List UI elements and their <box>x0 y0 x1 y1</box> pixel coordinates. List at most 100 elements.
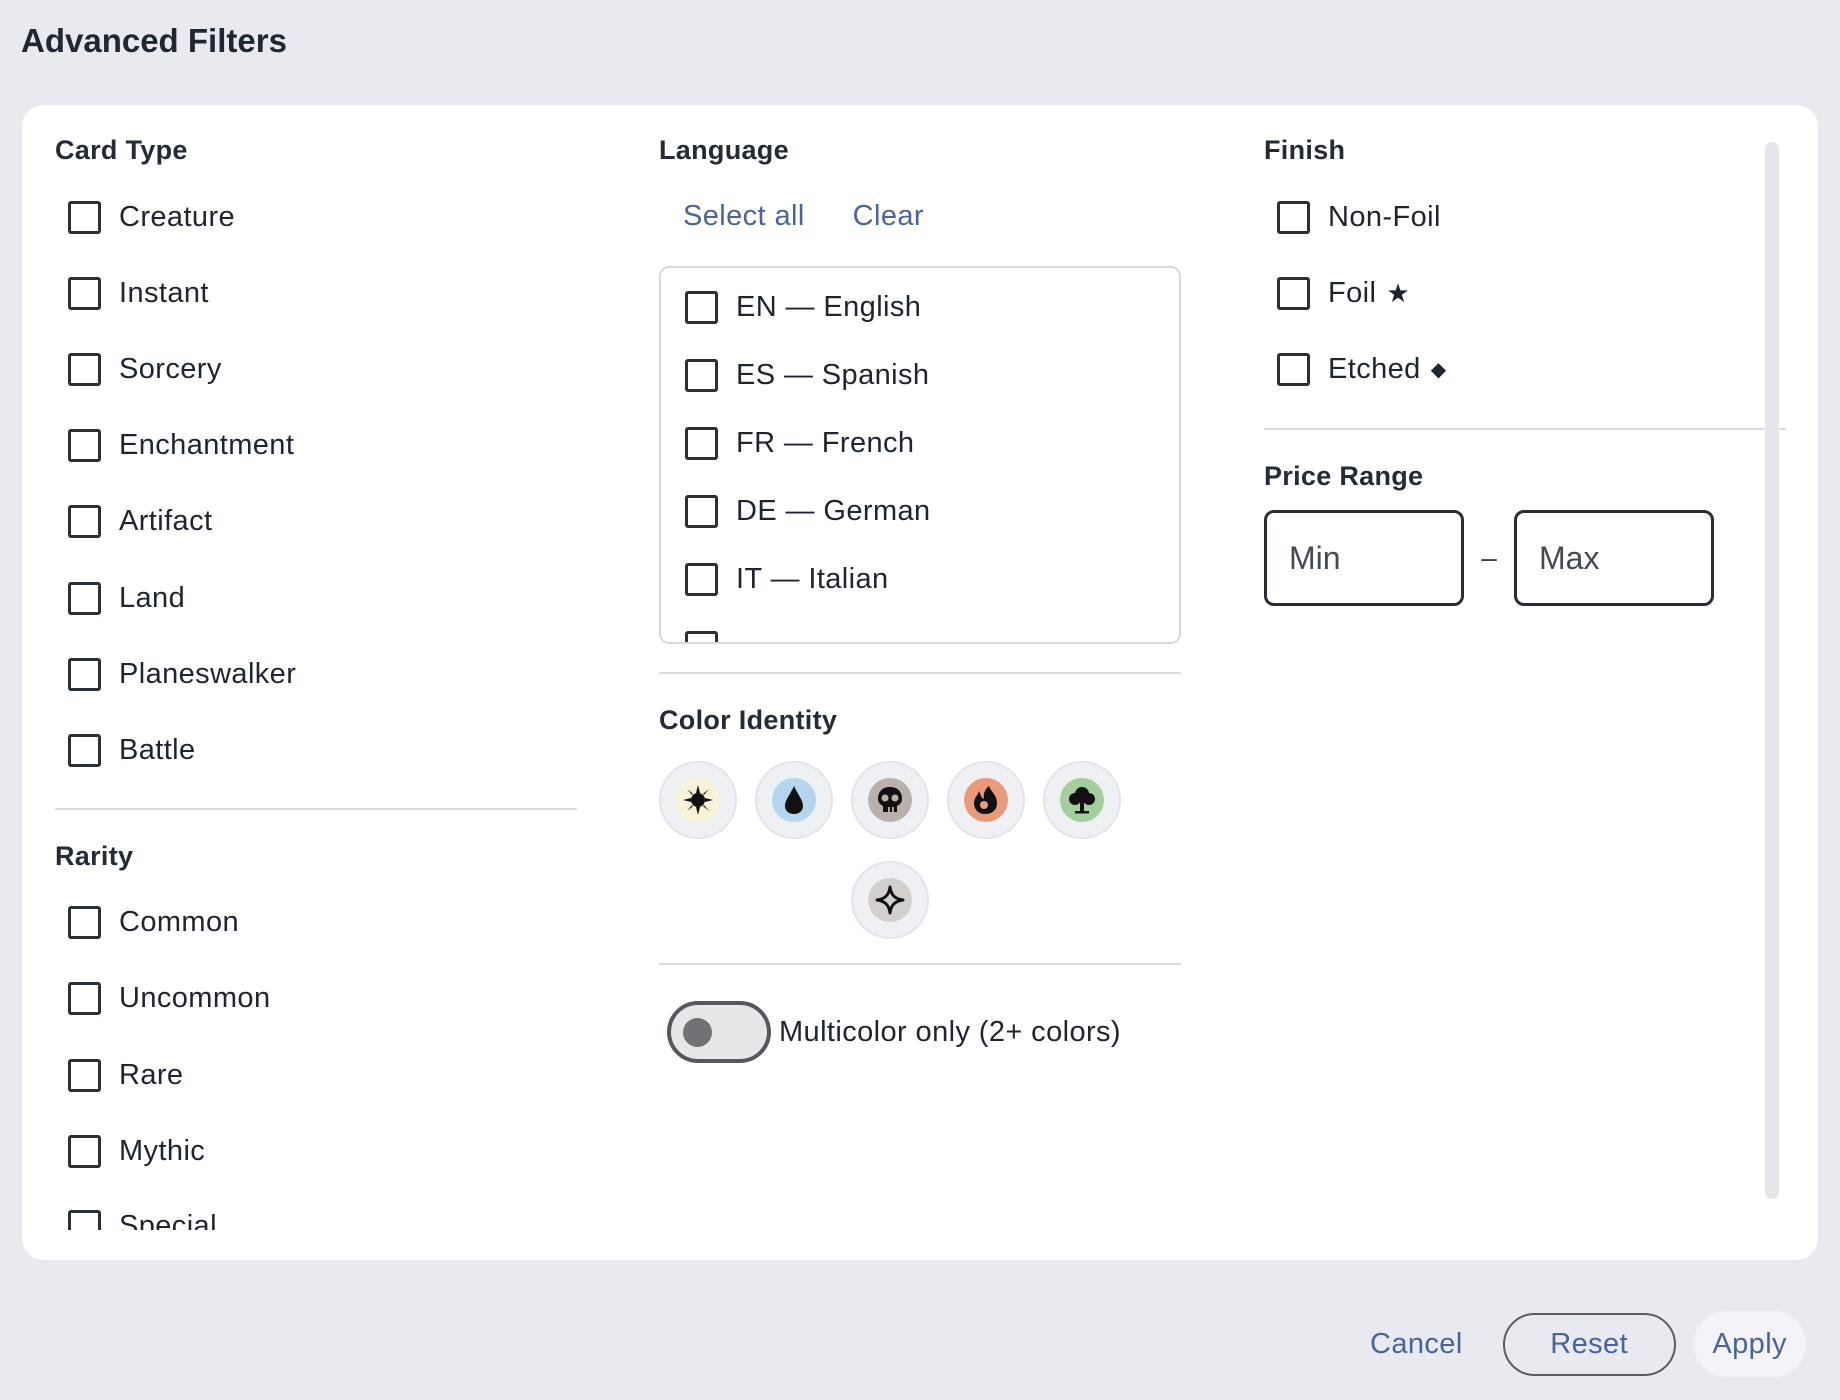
checkbox-label: Planeswalker <box>119 657 297 690</box>
checkbox-box[interactable] <box>68 352 101 386</box>
checkbox-label: DE — German <box>736 494 931 527</box>
checkbox-lang-it[interactable]: IT — Italian <box>685 559 889 599</box>
checkbox-lang-fr[interactable]: FR — French <box>685 423 914 463</box>
section-divider <box>55 808 577 810</box>
swatch-black[interactable] <box>851 761 929 839</box>
checkbox-common[interactable]: Common <box>68 902 239 942</box>
panel-scrollbar[interactable] <box>1765 142 1779 1199</box>
checkbox-box[interactable] <box>1277 276 1310 310</box>
swatch-green[interactable] <box>1043 761 1121 839</box>
price-max-input[interactable] <box>1514 510 1714 606</box>
checkbox-box[interactable] <box>685 562 718 596</box>
select-all-link[interactable]: Select all <box>683 200 805 233</box>
checkbox-instant[interactable]: Instant <box>68 273 209 313</box>
checkbox-lang-en[interactable]: EN — English <box>685 287 921 327</box>
checkbox-label: EN — English <box>736 290 922 323</box>
section-divider <box>659 963 1181 965</box>
checkbox-lang-de[interactable]: DE — German <box>685 491 931 531</box>
checkbox-lang-next[interactable] <box>685 627 736 642</box>
checkbox-label: Battle <box>119 733 196 766</box>
checkbox-box[interactable] <box>1277 352 1310 386</box>
checkbox-box[interactable] <box>68 657 101 691</box>
checkbox-rare[interactable]: Rare <box>68 1055 183 1095</box>
card-type-heading: Card Type <box>55 135 188 165</box>
swatch-white[interactable] <box>659 761 737 839</box>
checkbox-label: Uncommon <box>119 981 271 1014</box>
swatch-colorless[interactable] <box>851 861 929 939</box>
star-icon: ★ <box>1386 277 1411 308</box>
multicolor-toggle-row[interactable]: Multicolor only (2+ colors) <box>667 1001 1121 1063</box>
colorless-mana-diamond-icon <box>868 878 912 922</box>
price-min-input[interactable] <box>1264 510 1464 606</box>
checkbox-label: Non-Foil <box>1328 200 1441 233</box>
checkbox-box[interactable] <box>68 1134 101 1168</box>
checkbox-label: Instant <box>119 276 209 309</box>
cancel-button[interactable]: Cancel <box>1370 1328 1463 1361</box>
checkbox-planeswalker[interactable]: Planeswalker <box>68 654 296 694</box>
checkbox-label: ES — Spanish <box>736 358 930 391</box>
column-finish-price: Finish Non-Foil Foil ★ Etched ◆ Price Rang… <box>1264 105 1786 1260</box>
finish-heading: Finish <box>1264 135 1346 165</box>
checkbox-land[interactable]: Land <box>68 578 185 618</box>
reset-button[interactable]: Reset <box>1502 1312 1676 1376</box>
checkbox-box[interactable] <box>68 1058 101 1092</box>
checkbox-label: Enchantment <box>119 428 295 461</box>
swatch-blue[interactable] <box>755 761 833 839</box>
checkbox-box[interactable] <box>68 1209 101 1230</box>
checkbox-box[interactable] <box>68 200 101 234</box>
checkbox-lang-es[interactable]: ES — Spanish <box>685 355 929 395</box>
checkbox-uncommon[interactable]: Uncommon <box>68 978 270 1018</box>
checkbox-box[interactable] <box>68 981 101 1015</box>
checkbox-non-foil[interactable]: Non-Foil <box>1277 197 1441 237</box>
checkbox-box[interactable] <box>68 504 101 538</box>
multicolor-toggle[interactable] <box>667 1001 771 1063</box>
checkbox-label: Sorcery <box>119 352 222 385</box>
checkbox-label: Mythic <box>119 1134 206 1167</box>
checkbox-label: Foil <box>1328 276 1377 309</box>
black-mana-skull-icon <box>868 778 912 822</box>
green-mana-tree-icon <box>1060 778 1104 822</box>
checkbox-box[interactable] <box>68 428 101 462</box>
checkbox-box[interactable] <box>685 358 718 392</box>
checkbox-mythic[interactable]: Mythic <box>68 1131 205 1171</box>
checkbox-label: Rare <box>119 1058 184 1091</box>
apply-button[interactable]: Apply <box>1693 1311 1806 1377</box>
blue-mana-drop-icon <box>772 778 816 822</box>
checkbox-box[interactable] <box>685 494 718 528</box>
checkbox-box[interactable] <box>68 733 101 767</box>
multicolor-label: Multicolor only (2+ colors) <box>779 1015 1121 1048</box>
checkbox-label: Land <box>119 581 186 614</box>
checkbox-label: Special <box>119 1209 217 1231</box>
toggle-knob <box>683 1018 712 1047</box>
checkbox-box[interactable] <box>685 630 718 642</box>
checkbox-box[interactable] <box>68 581 101 615</box>
checkbox-box[interactable] <box>68 276 101 310</box>
language-list[interactable]: EN — English ES — Spanish FR — French DE… <box>659 266 1181 644</box>
checkbox-box[interactable] <box>68 905 101 939</box>
clear-link[interactable]: Clear <box>853 200 924 233</box>
section-divider <box>659 672 1181 674</box>
white-mana-sun-icon <box>676 778 720 822</box>
checkbox-label: Artifact <box>119 504 213 537</box>
checkbox-label: Creature <box>119 200 236 233</box>
checkbox-sorcery[interactable]: Sorcery <box>68 349 222 389</box>
column-language-color: Language Select all Clear EN — English E… <box>659 105 1181 1260</box>
checkbox-special[interactable]: Special <box>68 1206 217 1230</box>
checkbox-etched[interactable]: Etched ◆ <box>1277 349 1446 389</box>
checkbox-box[interactable] <box>685 426 718 460</box>
checkbox-enchantment[interactable]: Enchantment <box>68 425 294 465</box>
checkbox-artifact[interactable]: Artifact <box>68 501 212 541</box>
checkbox-box[interactable] <box>1277 200 1310 234</box>
checkbox-box[interactable] <box>685 290 718 324</box>
checkbox-battle[interactable]: Battle <box>68 730 196 770</box>
reset-button-label: Reset <box>1550 1327 1629 1360</box>
price-separator: – <box>1481 542 1497 573</box>
swatch-red[interactable] <box>947 761 1025 839</box>
checkbox-creature[interactable]: Creature <box>68 197 235 237</box>
filters-panel: Card Type Creature Instant Sorcery Encha… <box>22 105 1818 1260</box>
price-range: – <box>1264 510 1714 606</box>
dialog-footer: Cancel Reset Apply <box>1370 1311 1806 1377</box>
diamond-icon: ◆ <box>1430 358 1447 381</box>
checkbox-foil[interactable]: Foil ★ <box>1277 273 1410 313</box>
checkbox-label: Etched <box>1328 352 1421 385</box>
